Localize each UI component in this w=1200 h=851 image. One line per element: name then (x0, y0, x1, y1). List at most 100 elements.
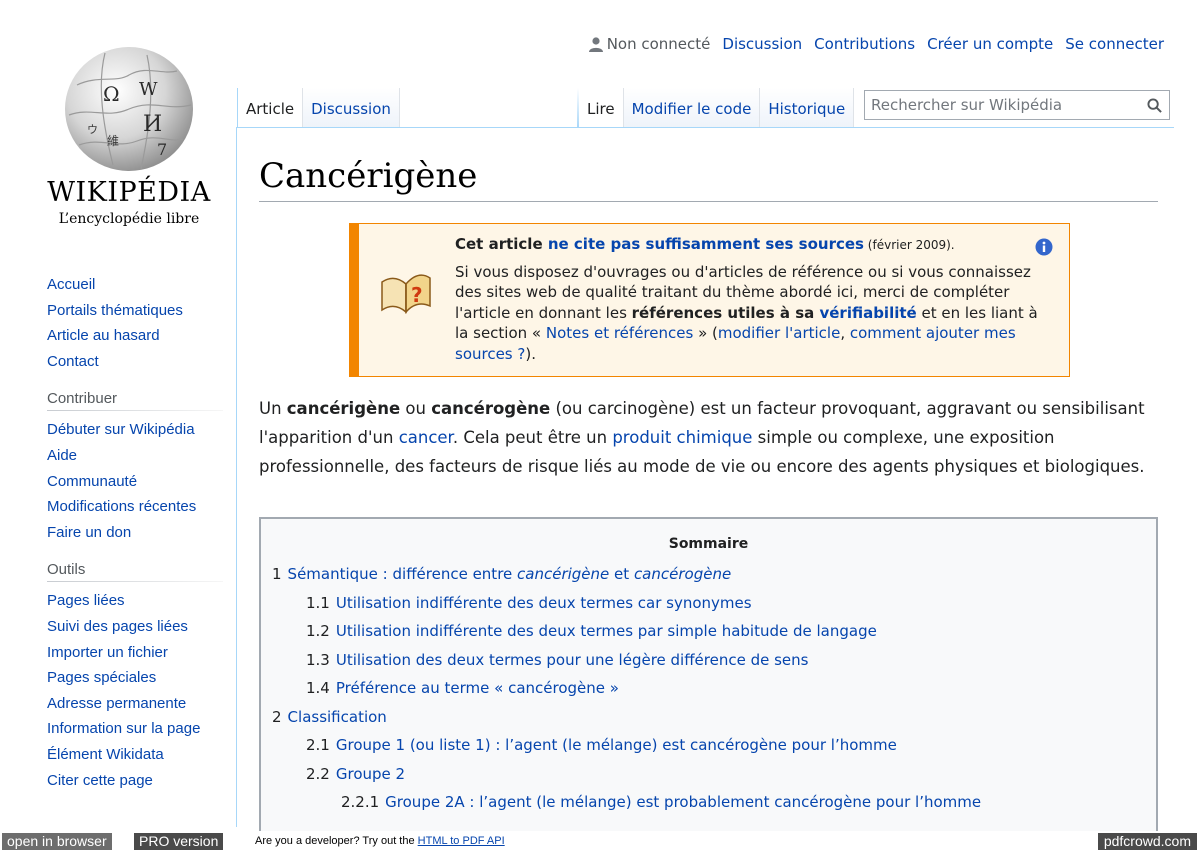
user-icon (588, 37, 603, 52)
login-link[interactable]: Se connecter (1065, 35, 1164, 53)
toc-entry[interactable]: 2.2.1 Groupe 2A : l’agent (le mélange) es… (261, 788, 1156, 817)
notice-body: Si vous disposez d'ouvrages ou d'article… (455, 262, 1045, 365)
wikipedia-globe-icon: Ω W И ウ 維 7 (65, 45, 201, 171)
book-question-icon: ? (381, 274, 431, 314)
svg-text:7: 7 (157, 140, 167, 159)
toc-number: 1.1 (306, 593, 330, 612)
pdfcrowd-message: Are you a developer? Try out the HTML to… (255, 835, 505, 847)
sidebar-item-aide[interactable]: Aide (47, 443, 225, 469)
toc-number: 1.3 (306, 650, 330, 669)
notes-references-link[interactable]: Notes et références (546, 324, 693, 342)
cancer-link[interactable]: cancer (399, 428, 453, 447)
notice-date: (février 2009). (863, 238, 955, 252)
notice-body-text: » ( (693, 324, 718, 342)
toc-number: 1.2 (306, 622, 330, 640)
toc-number: 1.4 (306, 679, 330, 697)
toc-link[interactable]: Sémantique : différence entre (288, 565, 517, 583)
lead-bold-term: cancérigène (286, 399, 401, 418)
toc-entry[interactable]: 1.1 Utilisation indifférente des deux ter… (261, 589, 1156, 618)
lead-text: Un (259, 399, 287, 418)
toc-link[interactable]: Utilisation des deux termes pour une lég… (336, 651, 809, 669)
toc-link[interactable]: Préférence au terme « cancérogène » (336, 679, 619, 697)
notice-headline: Cet article ne cite pas suffisamment ses… (455, 234, 1045, 256)
toc-entry[interactable]: 2 Classification (261, 703, 1156, 732)
toc-title: Sommaire (668, 536, 749, 552)
tab-modifier-le-code[interactable]: Modifier le code (623, 88, 761, 128)
tab-lire[interactable]: Lire (579, 88, 624, 128)
page-title: Cancérigène (259, 156, 478, 196)
create-account-link[interactable]: Créer un compte (927, 35, 1053, 53)
sidebar-item-information[interactable]: Information sur la page (47, 716, 225, 742)
toc-entry[interactable]: 1.3 Utilisation des deux termes pour une … (261, 646, 1156, 675)
refimprove-notice: ? Cet article ne cite pas suffisamment s… (349, 223, 1070, 377)
tab-historique[interactable]: Historique (760, 88, 855, 128)
article-content: Cancérigène ? Cet article ne cite pas su… (236, 127, 1174, 837)
open-in-browser-button[interactable]: open in browser (2, 833, 112, 850)
produit-chimique-link[interactable]: produit chimique (612, 428, 752, 447)
sidebar-item-pages-liees[interactable]: Pages liées (47, 588, 225, 614)
sidebar-item-wikidata[interactable]: Élément Wikidata (47, 742, 225, 768)
lead-bold-term: cancérogène (431, 399, 551, 418)
notice-body-text: , (840, 324, 850, 342)
sidebar-item-communaute[interactable]: Communauté (47, 469, 225, 495)
toc-link[interactable]: Utilisation indifférente des deux termes… (336, 594, 752, 612)
sidebar-item-importer[interactable]: Importer un fichier (47, 640, 225, 666)
toc-entry[interactable]: 2.2 Groupe 2 (261, 760, 1156, 789)
toc-link[interactable]: Groupe 2A : l’agent (le mélange) est pro… (385, 793, 981, 811)
toc-link[interactable]: Utilisation indifférente des deux termes… (336, 622, 877, 640)
sidebar-item-portails[interactable]: Portails thématiques (47, 298, 225, 324)
sidebar-item-don[interactable]: Faire un don (47, 520, 225, 546)
sidebar-heading-contribuer[interactable]: Contribuer (47, 388, 225, 410)
lead-text: ou (400, 399, 432, 418)
sidebar-item-contact[interactable]: Contact (47, 349, 225, 375)
sidebar-item-suivi[interactable]: Suivi des pages liées (47, 614, 225, 640)
sidebar-item-debuter[interactable]: Débuter sur Wikipédia (47, 417, 225, 443)
info-icon[interactable] (1035, 238, 1053, 256)
toc-number: 2.2 (306, 764, 330, 783)
toc-link[interactable]: Groupe 2 (336, 765, 405, 783)
toc-link[interactable]: et (609, 565, 634, 583)
pro-version-button[interactable]: PRO version (134, 833, 224, 850)
toc-entry[interactable]: 1 Sémantique : différence entre cancérigè… (261, 560, 1156, 589)
logo-tagline: L’encyclopédie libre (58, 211, 200, 227)
personal-toolbar: Non connecté Discussion Contributions Cr… (588, 35, 1164, 53)
toc-entry[interactable]: 2.1 Groupe 1 (ou liste 1) : l’agent (le m… (261, 731, 1156, 760)
tab-discussion[interactable]: Discussion (303, 88, 400, 128)
sidebar-item-hasard[interactable]: Article au hasard (47, 323, 225, 349)
contributions-link[interactable]: Contributions (814, 35, 915, 53)
verifiabilite-link[interactable]: vérifiabilité (819, 304, 916, 322)
sidebar-heading-outils[interactable]: Outils (47, 559, 225, 581)
sidebar-item-adresse[interactable]: Adresse permanente (47, 691, 225, 717)
search-box (864, 90, 1170, 120)
user-talk-link[interactable]: Discussion (722, 35, 802, 53)
svg-text:И: И (143, 112, 162, 137)
toc-link-italic[interactable]: cancérigène (517, 565, 609, 583)
svg-text:ウ: ウ (87, 123, 98, 136)
view-tabs: Lire Modifier le code Historique (577, 88, 855, 128)
toc-entry[interactable]: 1.4 Préférence au terme « cancérogène » (261, 674, 1156, 703)
pdfcrowd-brand[interactable]: pdfcrowd.com (1097, 833, 1197, 850)
search-input[interactable] (865, 91, 1139, 119)
pdfcrowd-footer-bar: open in browser PRO version Are you a de… (0, 831, 1200, 851)
toc-entry[interactable]: 1.2 Utilisation indifférente des deux ter… (261, 617, 1156, 646)
toc-number: 2.1 (306, 736, 330, 754)
toc-number: 2 (272, 707, 282, 726)
wikipedia-logo[interactable]: Ω W И ウ 維 7 WIKIPÉDIA L’encyclopédie lib… (40, 45, 218, 245)
search-button[interactable] (1139, 91, 1169, 119)
toc-link[interactable]: Groupe 1 (ou liste 1) : l’agent (le méla… (336, 736, 897, 754)
html-to-pdf-api-link[interactable]: HTML to PDF API (418, 835, 505, 847)
notice-sources-link[interactable]: ne cite pas suffisamment ses sources (548, 235, 864, 253)
toc-link-italic[interactable]: cancérogène (634, 565, 731, 583)
tab-article[interactable]: Article (237, 88, 304, 128)
svg-text:Ω: Ω (103, 82, 120, 106)
toc-link[interactable]: Classification (288, 708, 387, 726)
sidebar-divider (47, 581, 223, 583)
sidebar-item-pages-speciales[interactable]: Pages spéciales (47, 665, 225, 691)
svg-text:維: 維 (107, 134, 119, 148)
modifier-article-link[interactable]: modifier l'article (718, 324, 840, 342)
notice-body-bold: références utiles à sa (631, 303, 820, 322)
title-divider (259, 201, 1158, 202)
sidebar-item-citer[interactable]: Citer cette page (47, 768, 225, 794)
sidebar-item-modifications-recentes[interactable]: Modifications récentes (47, 494, 225, 520)
sidebar-item-accueil[interactable]: Accueil (47, 272, 225, 298)
